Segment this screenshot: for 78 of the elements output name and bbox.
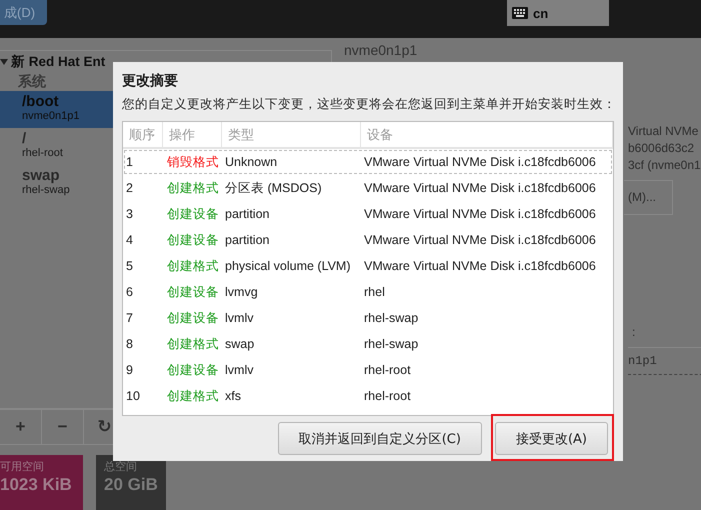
table-row[interactable]: 6 创建设备 lvmvg rhel bbox=[123, 279, 613, 305]
table-cell-text: 1 bbox=[125, 155, 134, 169]
table-cell-text: rhel-root bbox=[363, 389, 412, 403]
mount-name: swap bbox=[22, 167, 60, 184]
table-cell-text: lvmlv bbox=[224, 363, 254, 377]
installation-title: 新 Red Hat Ent bbox=[11, 53, 106, 71]
table-cell-text: 创建格式 bbox=[166, 336, 220, 352]
device-name: rhel-swap bbox=[22, 184, 70, 196]
device-heading: nvme0n1p1 bbox=[344, 41, 418, 59]
table-cell-text: VMware Virtual NVMe Disk i.c18fcdb6006 bbox=[363, 181, 597, 195]
dialog-title: 更改摘要 bbox=[122, 72, 179, 90]
table-cell-text: xfs bbox=[224, 389, 242, 403]
table-cell-text: 创建设备 bbox=[166, 310, 220, 326]
table-cell-text: partition bbox=[224, 207, 270, 221]
table-cell-text: 创建格式 bbox=[166, 388, 220, 404]
table-cell-text: rhel-swap bbox=[363, 337, 420, 351]
table-cell-text: 4 bbox=[125, 233, 134, 247]
table-row[interactable]: 2 创建格式 分区表 (MSDOS) VMware Virtual NVMe Disk i.c18fcdb6006 bbox=[123, 175, 613, 201]
table-cell-text: rhel-root bbox=[363, 363, 412, 377]
table-cell-text: 创建格式 bbox=[166, 180, 220, 196]
column-header: 顺序 bbox=[123, 122, 163, 147]
table-row[interactable]: 7 创建设备 lvmlv rhel-swap bbox=[123, 305, 613, 331]
column-header: 设备 bbox=[361, 122, 613, 147]
table-cell-text: VMware Virtual NVMe Disk i.c18fcdb6006 bbox=[363, 155, 597, 169]
device-detail: Virtual NVMe bbox=[628, 123, 700, 140]
table-cell-text: 创建设备 bbox=[166, 232, 220, 248]
table-cell-text: 分区表 (MSDOS) bbox=[224, 180, 323, 196]
table-cell-text: 8 bbox=[125, 337, 134, 351]
table-cell-text: 5 bbox=[125, 259, 134, 273]
device-name: nvme0n1p1 bbox=[22, 110, 80, 122]
table-cell-text: Unknown bbox=[224, 155, 278, 169]
table-cell-text: partition bbox=[224, 233, 270, 247]
table-row[interactable]: 1 销毁格式 Unknown VMware Virtual NVMe Disk i.c18fcdb6006 bbox=[123, 149, 613, 175]
expander-icon[interactable] bbox=[0, 59, 8, 65]
keyboard-indicator[interactable]: cn bbox=[507, 0, 610, 26]
column-header: 操作 bbox=[163, 122, 222, 147]
mount-name: / bbox=[22, 130, 26, 147]
table-cell-text: 2 bbox=[125, 181, 134, 195]
space-label: 总空间 bbox=[104, 460, 138, 474]
section-label: 系统 bbox=[17, 73, 46, 91]
table-cell-text: swap bbox=[224, 337, 256, 351]
table-row[interactable]: 5 创建格式 physical volume (LVM) VMware Virtual NVMe Disk i.c18fcdb6006 bbox=[123, 253, 613, 279]
table-cell-text: rhel-swap bbox=[363, 311, 420, 325]
column-header: 类型 bbox=[222, 122, 361, 147]
table-cell-text: VMware Virtual NVMe Disk i.c18fcdb6006 bbox=[363, 207, 597, 221]
dialog-button[interactable]: 接受更改(A) bbox=[494, 422, 608, 455]
table-row[interactable]: 4 创建设备 partition VMware Virtual NVMe Disk i.c18fcdb6006 bbox=[123, 227, 613, 253]
table-row[interactable]: 9 创建设备 lvmlv rhel-root bbox=[123, 357, 613, 383]
table-cell-text: 销毁格式 bbox=[166, 154, 220, 170]
device-detail: b6006d63c2 bbox=[628, 140, 696, 157]
table-cell-text: 7 bbox=[125, 311, 134, 325]
table-cell-text: rhel bbox=[363, 285, 386, 299]
table-cell-text: 创建设备 bbox=[166, 206, 220, 222]
dialog-button[interactable]: 取消并返回到自定义分区(C) bbox=[278, 422, 482, 455]
table-cell-text: lvmvg bbox=[224, 285, 259, 299]
table-cell-text: 创建格式 bbox=[166, 258, 220, 274]
table-cell-text: 创建设备 bbox=[166, 362, 220, 378]
table-cell-text: 创建设备 bbox=[166, 284, 220, 300]
table-cell-text: VMware Virtual NVMe Disk i.c18fcdb6006 bbox=[363, 233, 597, 247]
table-cell-text: 10 bbox=[125, 389, 141, 403]
table-cell-text: 6 bbox=[125, 285, 134, 299]
table-cell-text: lvmlv bbox=[224, 311, 254, 325]
space-label: 可用空间 bbox=[0, 460, 45, 474]
space-value: 1023 KiB bbox=[0, 474, 72, 496]
device-name: rhel-root bbox=[22, 147, 63, 159]
table-row[interactable]: 10 创建格式 xfs rhel-root bbox=[123, 383, 613, 409]
device-detail: 3cf (nvme0n1 bbox=[628, 157, 701, 174]
table-row[interactable]: 8 创建格式 swap rhel-swap bbox=[123, 331, 613, 357]
keyboard-icon bbox=[512, 7, 528, 19]
mount-name: /boot bbox=[22, 93, 59, 110]
table-cell-text: VMware Virtual NVMe Disk i.c18fcdb6006 bbox=[363, 259, 597, 273]
table-cell-text: 9 bbox=[125, 363, 134, 377]
space-value: 20 GiB bbox=[104, 474, 158, 496]
dialog-description: 您的自定义更改将产生以下变更，这些变更将会在您返回到主菜单并开始安装时生效： bbox=[122, 96, 614, 113]
table-row[interactable]: 3 创建设备 partition VMware Virtual NVMe Disk i.c18fcdb6006 bbox=[123, 201, 613, 227]
field-label: : bbox=[631, 325, 636, 339]
table-cell-text: physical volume (LVM) bbox=[224, 259, 352, 273]
table-cell-text: 3 bbox=[125, 207, 134, 221]
